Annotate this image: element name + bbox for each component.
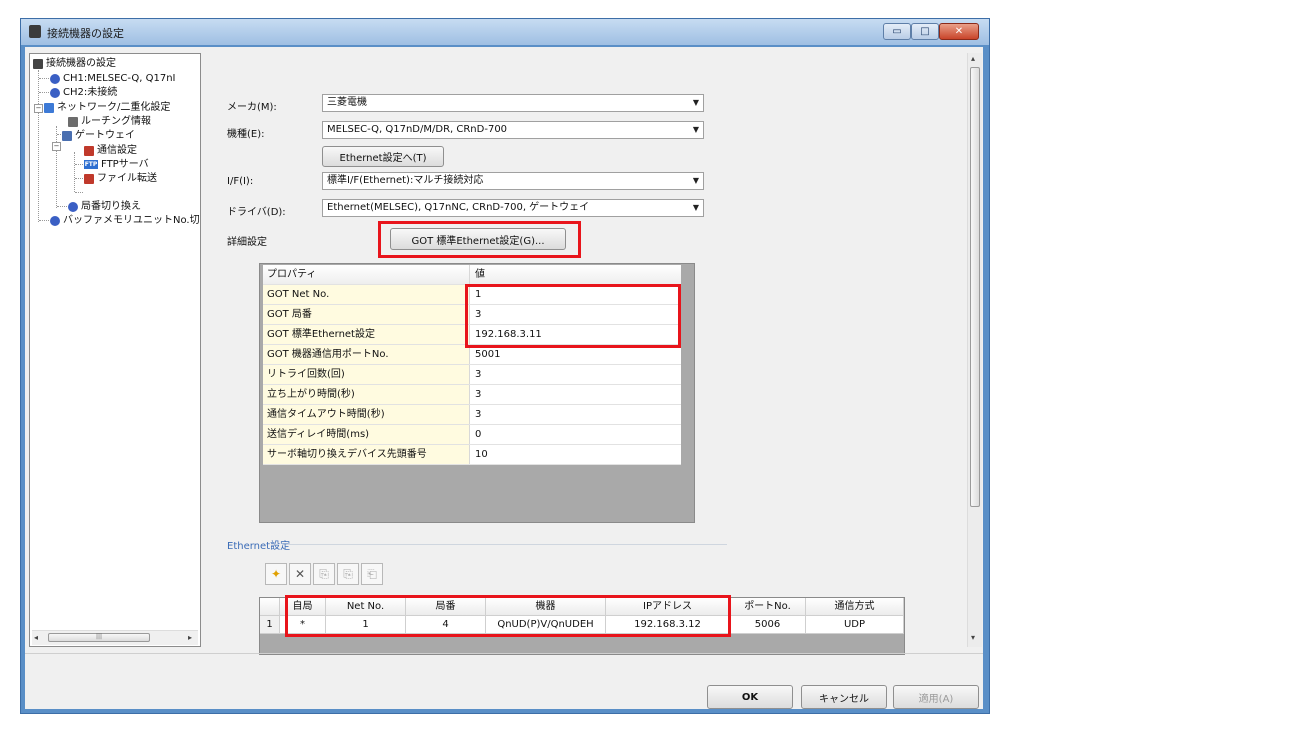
tree-item-root[interactable]: 接続機器の設定 (33, 57, 116, 70)
minimize-button[interactable]: ▭ (883, 23, 911, 40)
property-name: 送信ディレイ時間(ms) (263, 425, 469, 444)
maker-select[interactable]: 三菱電機 ▼ (322, 94, 704, 112)
cancel-button[interactable]: キャンセル (801, 685, 887, 709)
driver-label: ドライバ(D): (227, 207, 286, 218)
tree-item-routing[interactable]: ルーチング情報 (68, 115, 151, 128)
tree-item-network[interactable]: ネットワーク/二重化設定 (44, 101, 170, 114)
tree-scroll-thumb[interactable]: ||| (48, 633, 150, 642)
window-title: 接続機器の設定 (47, 27, 124, 40)
gateway-expander[interactable]: − (52, 142, 61, 151)
chevron-down-icon: ▼ (692, 203, 699, 212)
tree-item-file[interactable]: ファイル転送 (84, 172, 157, 185)
tree-item-gateway[interactable]: ゲートウェイ (62, 129, 135, 142)
tree-item-station[interactable]: 局番切り換え (68, 200, 141, 213)
chevron-down-icon: ▼ (692, 98, 699, 107)
property-row[interactable]: リトライ回数(回) 3 (263, 365, 681, 385)
title-bar[interactable]: 接続機器の設定 ▭ □ ✕ (21, 19, 989, 45)
channel-icon (50, 73, 60, 84)
station-icon (68, 201, 78, 212)
chevron-down-icon: ▼ (692, 176, 699, 185)
property-row[interactable]: 立ち上がり時間(秒) 3 (263, 385, 681, 405)
highlight-got-properties (465, 284, 681, 348)
model-label: 機種(E): (227, 129, 265, 140)
property-grid-header: プロパティ 値 (263, 265, 681, 285)
property-name: リトライ回数(回) (263, 365, 469, 384)
cut-row-icon[interactable]: ✕ (289, 563, 311, 585)
model-select[interactable]: MELSEC-Q, Q17nD/M/DR, CRnD-700 ▼ (322, 121, 704, 139)
settings-tree[interactable]: − − 接続機器の設定 CH1:MELSEC-Q, Q17nI CH2:未接続 … (29, 53, 201, 647)
duplicate-row-icon[interactable]: ⎘ (337, 563, 359, 585)
ftp-icon: FTP (84, 160, 98, 169)
property-row[interactable]: 通信タイムアウト時間(秒) 3 (263, 405, 681, 425)
property-name: GOT 局番 (263, 305, 469, 324)
network-expander[interactable]: − (34, 104, 43, 113)
row-number-header (260, 598, 280, 616)
ethernet-section-title: Ethernet設定 (227, 541, 291, 552)
ok-button[interactable]: OK (707, 685, 793, 709)
property-value[interactable]: 3 (469, 385, 681, 404)
scroll-right-icon[interactable]: ▸ (188, 633, 192, 642)
property-value[interactable]: 10 (469, 445, 681, 464)
scroll-up-icon[interactable]: ▴ (971, 54, 975, 63)
maximize-button[interactable]: □ (911, 23, 939, 40)
property-row[interactable]: 送信ディレイ時間(ms) 0 (263, 425, 681, 445)
property-name: 立ち上がり時間(秒) (263, 385, 469, 404)
tree-item-ch1[interactable]: CH1:MELSEC-Q, Q17nI (50, 72, 176, 85)
property-name-header: プロパティ (263, 265, 469, 284)
driver-select[interactable]: Ethernet(MELSEC), Q17nNC, CRnD-700, ゲートウ… (322, 199, 704, 217)
property-row[interactable]: GOT 機器通信用ポートNo. 5001 (263, 345, 681, 365)
tree-item-comm[interactable]: 通信設定 (84, 144, 137, 157)
buffer-icon (50, 215, 60, 226)
apply-button[interactable]: 適用(A) (893, 685, 979, 709)
property-value-header: 値 (469, 265, 681, 284)
dialog-window: 接続機器の設定 ▭ □ ✕ − − 接続機器の設定 CH1:MELSEC-Q, … (20, 18, 990, 714)
tree-item-buffer[interactable]: バッファメモリユニットNo.切 (50, 214, 200, 227)
main-scroll-thumb[interactable] (970, 67, 980, 507)
tree-horizontal-scrollbar[interactable]: ◂ ||| ▸ (32, 630, 198, 645)
routing-icon (68, 116, 78, 127)
detail-settings-label: 詳細設定 (227, 237, 267, 248)
communication-icon (84, 145, 94, 156)
property-name: GOT 標準Ethernet設定 (263, 325, 469, 344)
property-name: サーボ軸切り換えデバイス先頭番号 (263, 445, 469, 464)
copy-row-icon[interactable]: ⎘ (313, 563, 335, 585)
main-vertical-scrollbar[interactable]: ▴ ▾ (967, 53, 982, 647)
app-icon (29, 25, 41, 38)
paste-row-icon[interactable]: ⎗ (361, 563, 383, 585)
column-header[interactable]: ポートNo. (730, 598, 806, 616)
property-name: GOT 機器通信用ポートNo. (263, 345, 469, 364)
if-select[interactable]: 標準I/F(Ethernet):マルチ接続対応 ▼ (322, 172, 704, 190)
tree-item-ch2[interactable]: CH2:未接続 (50, 86, 117, 99)
property-name: GOT Net No. (263, 285, 469, 304)
section-divider (287, 544, 727, 545)
property-value[interactable]: 3 (469, 365, 681, 384)
network-icon (44, 102, 54, 113)
file-transfer-icon (84, 173, 94, 184)
channel-icon (50, 87, 60, 98)
table-cell[interactable]: 5006 (730, 616, 806, 634)
column-header[interactable]: 通信方式 (806, 598, 904, 616)
tree-item-ftp[interactable]: FTP FTPサーバ (84, 158, 149, 171)
highlight-ethernet-row (285, 595, 731, 637)
footer-divider (25, 653, 983, 654)
client-area: − − 接続機器の設定 CH1:MELSEC-Q, Q17nI CH2:未接続 … (25, 47, 983, 709)
row-number[interactable]: 1 (260, 616, 280, 634)
close-button[interactable]: ✕ (939, 23, 979, 40)
scroll-left-icon[interactable]: ◂ (34, 633, 38, 642)
property-row[interactable]: サーボ軸切り換えデバイス先頭番号 10 (263, 445, 681, 465)
property-value[interactable]: 0 (469, 425, 681, 444)
property-name: 通信タイムアウト時間(秒) (263, 405, 469, 424)
table-cell[interactable]: UDP (806, 616, 904, 634)
device-settings-icon (33, 58, 43, 69)
add-row-icon[interactable]: ✦ (265, 563, 287, 585)
if-label: I/F(I): (227, 176, 254, 187)
chevron-down-icon: ▼ (692, 125, 699, 134)
scroll-down-icon[interactable]: ▾ (971, 633, 975, 642)
maker-label: メーカ(M): (227, 102, 277, 113)
ethernet-settings-button[interactable]: Ethernet設定へ(T) (322, 146, 444, 167)
property-value[interactable]: 3 (469, 405, 681, 424)
gateway-icon (62, 130, 72, 141)
highlight-got-button (378, 221, 581, 258)
